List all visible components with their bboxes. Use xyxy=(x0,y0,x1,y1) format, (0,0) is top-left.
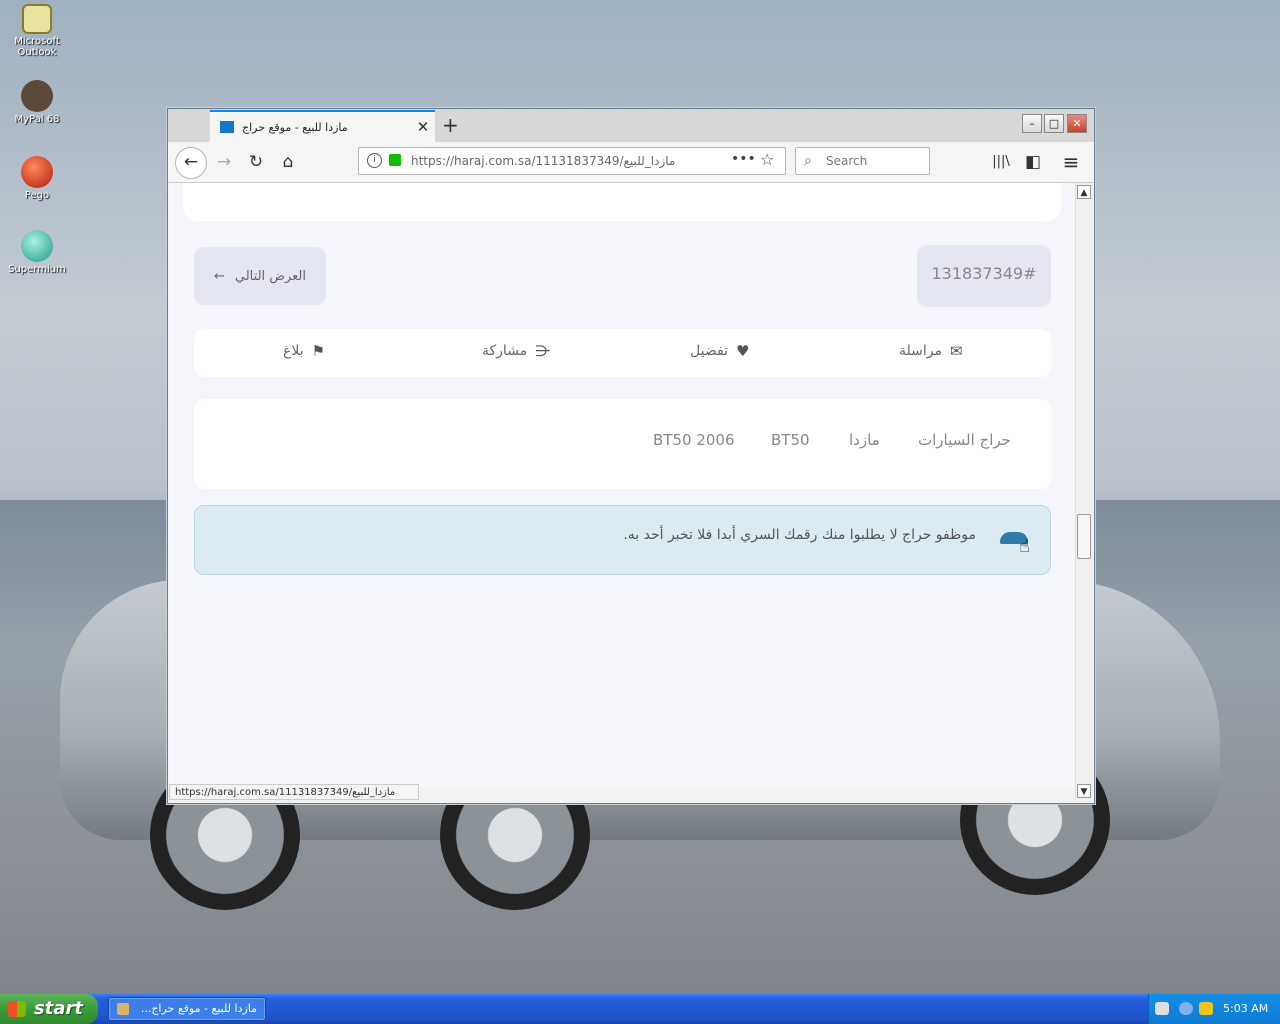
report-action[interactable]: ⚑ بلاغ xyxy=(283,342,325,360)
bookmark-star-icon[interactable]: ☆ xyxy=(760,150,774,169)
flag-icon: ⚑ xyxy=(311,342,326,360)
desktop-icon-mypal[interactable]: MyPal 68 xyxy=(6,80,68,125)
security-notice: موظفو حراج لا يطلبوا منك رقمك السري أبدا… xyxy=(194,505,1051,575)
taskbar: start مازدا للبيع - موقع حراج... 5:03 AM xyxy=(0,994,1280,1024)
address-bar[interactable]: i https://haraj.com.sa/11131837349/مازدا… xyxy=(358,147,786,175)
tag-link[interactable]: حراج السيارات xyxy=(918,431,1011,449)
tag-link[interactable]: BT50 2006 xyxy=(653,431,734,449)
tab-title: مازدا للبيع - موقع حراج xyxy=(242,120,348,134)
home-button[interactable]: ⌂ xyxy=(273,147,303,177)
desktop-icon-label: Supermium xyxy=(8,264,66,275)
taskbar-browser-button[interactable]: مازدا للبيع - موقع حراج... xyxy=(108,997,266,1021)
scroll-up-icon[interactable]: ▲ xyxy=(1077,185,1091,199)
tag-link[interactable]: مازدا xyxy=(849,431,880,449)
desktop-icon-label: MyPal 68 xyxy=(14,114,60,125)
tab-active[interactable]: مازدا للبيع - موقع حراج ✕ xyxy=(210,110,435,142)
windows-logo-icon xyxy=(8,1001,26,1017)
mypal-icon xyxy=(21,80,53,112)
tag-link[interactable]: BT50 xyxy=(771,431,810,449)
action-bar: ✉ مراسلة ♥ تفضيل ⋲ مشاركة ⚑ بلاغ xyxy=(194,329,1051,377)
supermium-icon xyxy=(21,230,53,262)
favorite-action[interactable]: ♥ تفضيل xyxy=(690,342,749,360)
desktop-icon-pego[interactable]: Pego xyxy=(6,156,68,201)
page-content: العرض التالي ← 131837349# ✉ مراسلة ♥ تفض… xyxy=(169,183,1075,787)
tray-expand-icon[interactable] xyxy=(1179,1002,1193,1015)
scroll-thumb[interactable] xyxy=(1077,514,1091,559)
contact-card xyxy=(183,183,1061,221)
new-tab-button[interactable]: + xyxy=(442,113,459,137)
mypal-task-icon xyxy=(117,1003,129,1015)
desktop-icon-label: Pego xyxy=(24,190,50,201)
desktop-icon-supermium[interactable]: Supermium xyxy=(6,230,68,275)
close-window-button[interactable]: ✕ xyxy=(1067,114,1087,133)
tab-close-icon[interactable]: ✕ xyxy=(411,118,435,136)
library-icon[interactable]: |||\ xyxy=(986,147,1016,177)
minimize-button[interactable]: – xyxy=(1022,114,1042,133)
url-text[interactable]: https://haraj.com.sa/11131837349/مازدا_ل… xyxy=(411,154,675,168)
next-offer-button[interactable]: العرض التالي ← xyxy=(194,247,326,305)
action-label: بلاغ xyxy=(283,343,304,359)
reload-button[interactable]: ↻ xyxy=(241,147,271,177)
search-placeholder: Search xyxy=(826,154,868,168)
desktop-icon-label: Microsoft Outlook xyxy=(14,36,60,58)
envelope-icon: ✉ xyxy=(949,342,963,360)
share-icon: ⋲ xyxy=(535,342,551,360)
system-tray: 5:03 AM xyxy=(1148,994,1280,1024)
start-button[interactable]: start xyxy=(0,994,98,1024)
hand-cursor-icon: ☝ xyxy=(1019,536,1030,557)
outlook-icon xyxy=(22,4,52,34)
browser-window: مازدا للبيع - موقع حراج ✕ + – □ ✕ ← → ↻ … xyxy=(167,108,1095,804)
back-button[interactable]: ← xyxy=(175,147,207,179)
action-label: تفضيل xyxy=(690,343,728,359)
secure-lock-icon[interactable] xyxy=(389,154,401,166)
search-icon: ⌕ xyxy=(804,153,812,169)
action-label: مراسلة xyxy=(899,343,942,359)
navigation-toolbar: ← → ↻ ⌂ i https://haraj.com.sa/111318373… xyxy=(168,142,1094,183)
maximize-button[interactable]: □ xyxy=(1044,114,1064,133)
notice-text: موظفو حراج لا يطلبوا منك رقمك السري أبدا… xyxy=(623,527,976,543)
next-offer-label: العرض التالي xyxy=(234,268,307,284)
share-action[interactable]: ⋲ مشاركة xyxy=(482,342,550,360)
page-actions-icon[interactable]: ••• xyxy=(731,151,756,167)
post-id-badge: 131837349# xyxy=(917,245,1051,307)
status-url: https://haraj.com.sa/11131837349/مازدا_ل… xyxy=(169,784,419,800)
site-info-icon[interactable]: i xyxy=(367,153,382,168)
haraj-favicon-icon xyxy=(220,121,234,133)
task-title: مازدا للبيع - موقع حراج... xyxy=(140,1002,257,1015)
action-label: مشاركة xyxy=(482,343,528,359)
clock[interactable]: 5:03 AM xyxy=(1223,1002,1268,1015)
heart-icon: ♥ xyxy=(735,342,750,360)
message-action[interactable]: ✉ مراسلة xyxy=(899,342,963,360)
menu-icon[interactable]: ≡ xyxy=(1056,147,1086,177)
start-label: start xyxy=(34,998,83,1019)
sidebar-icon[interactable]: ◧ xyxy=(1018,147,1048,177)
desktop-icon-outlook[interactable]: Microsoft Outlook xyxy=(6,4,68,58)
forward-button[interactable]: → xyxy=(209,147,239,177)
keyboard-icon[interactable] xyxy=(1155,1002,1169,1015)
vertical-scrollbar[interactable]: ▲ ▼ xyxy=(1075,183,1093,800)
pego-icon xyxy=(21,156,53,188)
security-shield-icon[interactable] xyxy=(1199,1002,1213,1015)
search-field[interactable]: ⌕ Search xyxy=(795,147,930,175)
scroll-down-icon[interactable]: ▼ xyxy=(1077,784,1091,798)
tab-strip: مازدا للبيع - موقع حراج ✕ + – □ ✕ xyxy=(168,109,1094,142)
tags-card: حراج السيارات مازدا BT50 BT50 2006 xyxy=(194,399,1051,489)
arrow-left-icon: ← xyxy=(213,268,225,284)
